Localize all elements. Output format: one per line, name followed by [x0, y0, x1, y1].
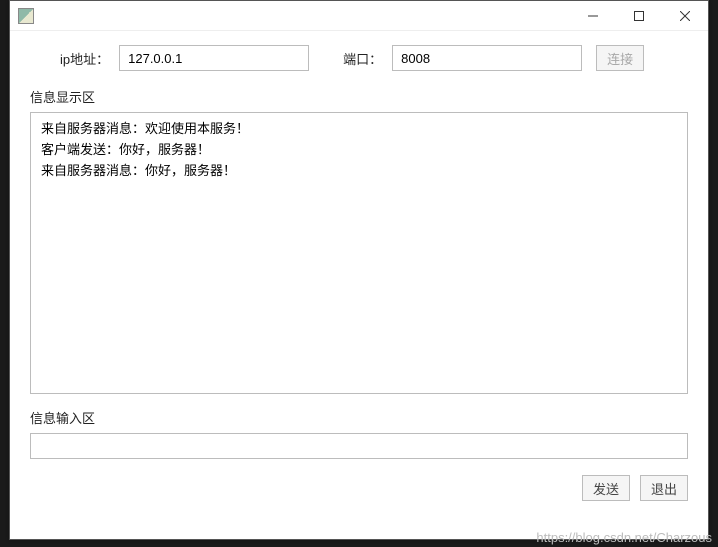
titlebar [10, 1, 708, 31]
exit-button[interactable]: 退出 [640, 475, 688, 501]
ip-input[interactable] [119, 45, 309, 71]
port-input[interactable] [392, 45, 582, 71]
send-button[interactable]: 发送 [582, 475, 630, 501]
app-window: ip地址： 端口： 连接 信息显示区 来自服务器消息：欢迎使用本服务！ 客户端发… [9, 0, 709, 540]
display-area-label: 信息显示区 [30, 87, 688, 106]
ip-label: ip地址： [60, 49, 109, 68]
close-button[interactable] [662, 1, 708, 31]
content-area: ip地址： 端口： 连接 信息显示区 来自服务器消息：欢迎使用本服务！ 客户端发… [10, 31, 708, 511]
app-icon [18, 8, 34, 24]
connect-button[interactable]: 连接 [596, 45, 644, 71]
window-controls [570, 1, 708, 31]
input-area-label: 信息输入区 [30, 408, 688, 427]
connection-row: ip地址： 端口： 连接 [30, 45, 688, 71]
action-row: 发送 退出 [30, 475, 688, 501]
minimize-button[interactable] [570, 1, 616, 31]
message-input[interactable] [30, 433, 688, 459]
maximize-button[interactable] [616, 1, 662, 31]
port-label: 端口： [343, 49, 382, 68]
message-display-area[interactable]: 来自服务器消息：欢迎使用本服务！ 客户端发送：你好，服务器！ 来自服务器消息：你… [30, 112, 688, 394]
